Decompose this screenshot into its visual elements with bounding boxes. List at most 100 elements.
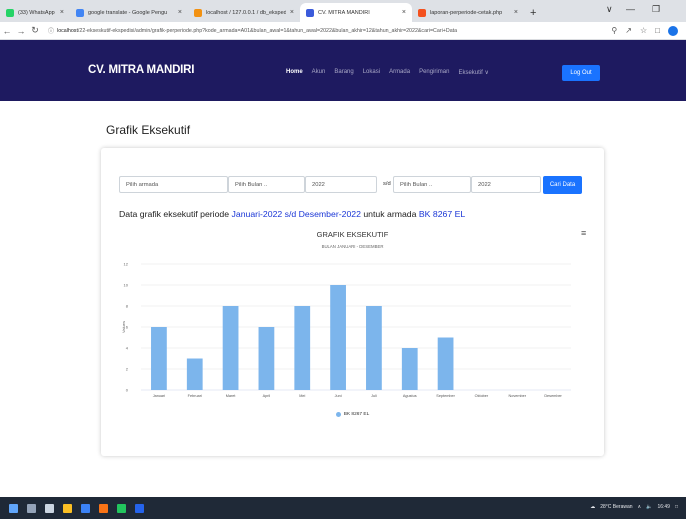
bar xyxy=(186,358,203,390)
browser-tab[interactable]: CV. MITRA MANDIRI × xyxy=(300,3,412,22)
cari-data-button[interactable]: Cari Data xyxy=(543,176,582,194)
brand-logo[interactable]: CV. MITRA MANDIRI xyxy=(88,64,194,76)
x-tick-label: Juni xyxy=(335,394,342,398)
profile-avatar[interactable] xyxy=(668,25,678,36)
x-tick-label: Juli xyxy=(371,394,377,398)
x-tick-label: Mei xyxy=(299,394,305,398)
x-tick-label: Desember xyxy=(544,394,562,398)
search-icon[interactable] xyxy=(27,503,36,513)
tab-title: (33) WhatsApp xyxy=(18,9,55,16)
tray-chevron-icon[interactable]: ∧ xyxy=(638,504,642,510)
tab-favicon-icon xyxy=(6,8,14,17)
y-tick-label: 6 xyxy=(126,325,129,330)
tab-close-icon[interactable]: × xyxy=(514,9,518,16)
nav-link[interactable]: Lokasi xyxy=(363,69,380,76)
bar xyxy=(258,327,275,390)
tab-strip: (33) WhatsApp × google translate - Google … xyxy=(0,0,524,22)
y-tick-label: 4 xyxy=(126,346,129,351)
chevron-down-icon[interactable]: ∨ xyxy=(606,4,613,15)
back-icon[interactable]: ← xyxy=(0,26,14,36)
browser-tab[interactable]: localhost / 127.0.0.1 / db_ekspedis × xyxy=(188,3,300,22)
tab-favicon-icon xyxy=(418,8,426,17)
tab-title: localhost / 127.0.0.1 / db_ekspedis xyxy=(206,9,286,16)
y-tick-label: 2 xyxy=(126,367,129,372)
notification-icon[interactable]: □ xyxy=(675,504,678,510)
nav-link[interactable]: Home xyxy=(286,69,303,76)
zoom-icon[interactable]: ⚲ xyxy=(611,26,617,35)
logout-button[interactable]: Log Out xyxy=(562,65,600,81)
bar xyxy=(294,306,311,390)
tab-close-icon[interactable]: × xyxy=(60,9,64,16)
period-range: Januari-2022 s/d Desember-2022 xyxy=(231,209,361,219)
task-view-icon[interactable] xyxy=(45,503,54,513)
nav-link[interactable]: Eksekutif ∨ xyxy=(458,69,488,76)
browser-tab[interactable]: laporan-perperiode-cetak.php × xyxy=(412,3,524,22)
nav-link[interactable]: Akun xyxy=(312,69,326,76)
bulan-awal-select[interactable]: Pilih Bulan .. xyxy=(228,176,305,193)
bar xyxy=(401,348,418,390)
tab-title: CV. MITRA MANDIRI xyxy=(318,9,370,16)
chart-menu-icon[interactable]: ≡ xyxy=(581,228,586,238)
bar xyxy=(330,285,346,390)
y-tick-label: 8 xyxy=(126,304,129,309)
nav-link[interactable]: Barang xyxy=(334,69,353,76)
browser-tab-bar: (33) WhatsApp × google translate - Google … xyxy=(0,0,686,22)
url-field[interactable]: ⓘ localhost /22-ekseskutif-ekspedisi/adm… xyxy=(48,26,611,36)
weather-text: 28°C Berawan xyxy=(600,504,633,510)
bulan-akhir-select[interactable]: Pilih Bulan .. xyxy=(393,176,471,193)
bar xyxy=(437,337,454,390)
x-tick-label: Februari xyxy=(188,394,202,398)
tab-favicon-icon xyxy=(76,8,84,17)
y-tick-label: 12 xyxy=(124,262,129,267)
minimize-icon[interactable]: — xyxy=(626,4,635,14)
tab-close-icon[interactable]: × xyxy=(290,9,294,16)
armada-select[interactable]: Pilih armada xyxy=(119,176,228,193)
nav-links: Home Akun Barang Lokasi Armada Pengiriman Ekse… xyxy=(286,69,489,76)
tahun-akhir-input[interactable]: 2022 xyxy=(471,176,541,193)
nav-link[interactable]: Pengiriman xyxy=(419,69,449,76)
xampp-icon[interactable] xyxy=(99,503,108,513)
browser-tab[interactable]: google translate - Google Pengu × xyxy=(70,3,188,22)
bar xyxy=(151,327,167,390)
x-tick-label: November xyxy=(508,394,526,398)
legend-marker xyxy=(335,412,341,417)
os-taskbar: ☁ 28°C Berawan ∧ 🔈 16:49 □ xyxy=(0,497,686,519)
restore-icon[interactable]: ❐ xyxy=(652,4,660,15)
page-title: Grafik Eksekutif xyxy=(106,123,191,137)
file-explorer-icon[interactable] xyxy=(63,503,72,513)
edge-icon[interactable] xyxy=(81,503,90,513)
tab-close-icon[interactable]: × xyxy=(178,9,182,16)
share-icon[interactable]: ↗ xyxy=(625,26,632,35)
address-bar: ← → ↻ ⓘ localhost /22-ekseskutif-ekspedi… xyxy=(0,22,686,40)
url-host: localhost xyxy=(57,27,78,34)
sidebar-icon[interactable]: □ xyxy=(655,26,660,35)
range-separator: s/d xyxy=(383,181,391,187)
site-navbar: CV. MITRA MANDIRI Home Akun Barang Lokasi Ar… xyxy=(0,40,686,101)
tab-close-icon[interactable]: × xyxy=(402,9,406,16)
nav-link[interactable]: Armada xyxy=(389,69,410,76)
y-tick-label: 10 xyxy=(124,283,129,288)
bookmark-star-icon[interactable]: ☆ xyxy=(640,26,647,35)
period-prefix: Data grafik eksekutif periode xyxy=(119,209,232,219)
chart-legend[interactable]: BK 8267 EL xyxy=(101,412,604,417)
browser-tab[interactable]: (33) WhatsApp × xyxy=(0,3,70,22)
tab-favicon-icon xyxy=(306,8,314,17)
tab-favicon-icon xyxy=(194,8,202,17)
speaker-icon[interactable]: 🔈 xyxy=(646,504,652,510)
vscode-icon[interactable] xyxy=(135,503,144,513)
x-tick-label: September xyxy=(436,394,455,398)
bar-chart: 0 2 4 6 8 10 12 Values Januari Februari Maret April… xyxy=(121,262,571,398)
bar xyxy=(222,306,239,390)
x-tick-label: Oktober xyxy=(475,394,489,398)
period-middle: untuk armada xyxy=(360,209,419,219)
new-tab-button[interactable]: + xyxy=(524,3,542,22)
bar xyxy=(366,306,382,390)
tahun-awal-input[interactable]: 2022 xyxy=(305,176,377,193)
reload-icon[interactable]: ↻ xyxy=(28,25,42,36)
chrome-icon[interactable] xyxy=(117,503,126,513)
y-axis-label: Values xyxy=(121,321,126,333)
period-description: Data grafik eksekutif periode Januari-20… xyxy=(119,209,465,219)
start-icon[interactable] xyxy=(9,503,18,513)
forward-icon[interactable]: → xyxy=(14,26,28,36)
info-icon[interactable]: ⓘ xyxy=(48,26,54,35)
